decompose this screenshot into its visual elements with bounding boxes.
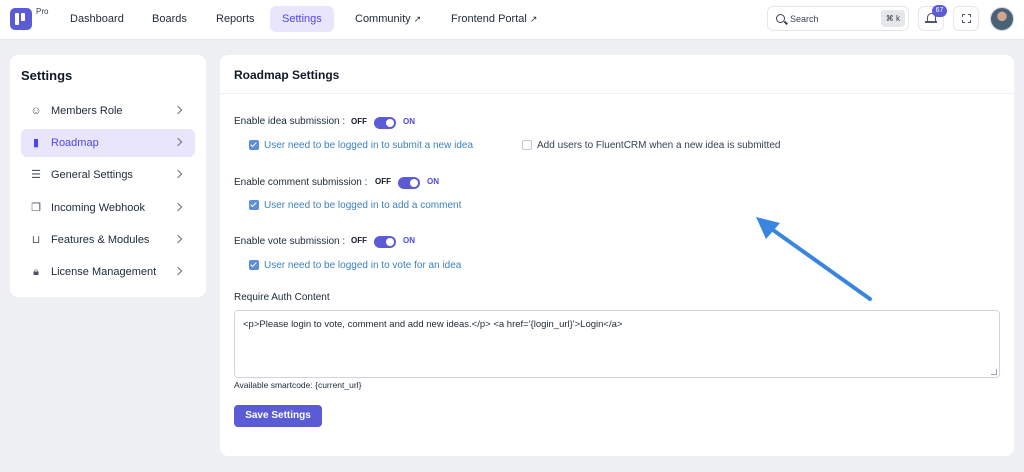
sidebar-item-label: Incoming Webhook [51, 202, 145, 214]
sidebar-item-license-management[interactable]: 🔒︎ License Management [21, 258, 195, 286]
sidebar-item-label: License Management [51, 266, 157, 278]
idea-toggle-off-label: OFF [351, 117, 367, 126]
comment-toggle-on-label: ON [427, 177, 439, 186]
nav-community[interactable]: Community ↗ [343, 6, 433, 32]
idea-login-required-checkbox[interactable] [249, 140, 259, 150]
vote-submission-label: Enable vote submission : [234, 236, 346, 247]
search-shortcut: ⌘ k [880, 10, 905, 27]
pro-label: Pro [36, 7, 49, 16]
top-navigation-bar: Pro Dashboard Boards Reports Settings Co… [0, 0, 1024, 40]
vote-toggle-on-label: ON [403, 236, 415, 245]
notification-count-badge: 67 [932, 5, 947, 17]
sidebar-item-incoming-webhook[interactable]: ❐ Incoming Webhook [21, 194, 195, 222]
fluentcrm-label[interactable]: Add users to FluentCRM when a new idea i… [537, 140, 780, 151]
sidebar-item-label: Members Role [51, 105, 123, 117]
bar-chart-icon: ▮ [32, 137, 40, 149]
auth-content-label: Require Auth Content [234, 292, 330, 303]
nav-boards[interactable]: Boards [140, 6, 199, 32]
vote-submission-toggle[interactable] [374, 236, 396, 248]
idea-login-required-label[interactable]: User need to be logged in to submit a ne… [264, 140, 473, 151]
smartcode-hint: Available smartcode: {current_url} [234, 380, 362, 390]
external-link-icon: ↗ [413, 14, 422, 24]
expand-icon [962, 14, 971, 23]
comment-toggle-off-label: OFF [375, 177, 391, 186]
auth-content-textarea[interactable]: <p>Please login to vote, comment and add… [234, 310, 1000, 378]
comment-submission-label: Enable comment submission : [234, 177, 368, 188]
nav-reports[interactable]: Reports [204, 6, 267, 32]
chevron-right-icon [173, 234, 183, 244]
title-divider [220, 93, 1014, 94]
resize-handle-icon[interactable] [991, 369, 997, 375]
search-box[interactable]: ⌘ k [767, 6, 909, 31]
sidebar-item-members-role[interactable]: ☺ Members Role [21, 97, 195, 125]
sidebar-item-features-modules[interactable]: ⊔ Features & Modules [21, 226, 195, 254]
vote-login-required-checkbox[interactable] [249, 260, 259, 270]
fullscreen-button[interactable] [953, 6, 979, 31]
sidebar-item-label: General Settings [51, 169, 133, 181]
annotation-arrow-icon [756, 217, 872, 301]
sliders-icon: ☰ [31, 169, 41, 181]
auth-content-value: <p>Please login to vote, comment and add… [243, 319, 623, 330]
save-settings-button[interactable]: Save Settings [234, 405, 322, 427]
page-title: Roadmap Settings [234, 68, 340, 82]
search-input[interactable] [790, 10, 880, 28]
chevron-right-icon [173, 137, 183, 147]
idea-submission-toggle[interactable] [374, 117, 396, 129]
idea-toggle-on-label: ON [403, 117, 415, 126]
users-icon: ☺ [30, 105, 42, 117]
sidebar-item-label: Roadmap [51, 137, 99, 149]
search-icon [776, 14, 785, 23]
roadmap-settings-panel: Roadmap Settings Enable idea submission … [220, 55, 1014, 456]
fluentcrm-checkbox[interactable] [522, 140, 532, 150]
comment-submission-toggle[interactable] [398, 177, 420, 189]
nav-settings[interactable]: Settings [270, 6, 334, 32]
vote-toggle-off-label: OFF [351, 236, 367, 245]
vote-login-required-label[interactable]: User need to be logged in to vote for an… [264, 260, 461, 271]
nav-frontend-portal[interactable]: Frontend Portal ↗ [439, 6, 549, 32]
app-logo-icon[interactable] [10, 8, 32, 30]
chevron-right-icon [173, 202, 183, 212]
chevron-right-icon [173, 105, 183, 115]
comment-login-required-label[interactable]: User need to be logged in to add a comme… [264, 200, 461, 211]
sidebar-item-general-settings[interactable]: ☰ General Settings [21, 161, 195, 189]
sidebar-item-label: Features & Modules [51, 234, 150, 246]
user-avatar[interactable] [990, 7, 1014, 31]
chevron-right-icon [173, 266, 183, 276]
idea-submission-label: Enable idea submission : [234, 116, 346, 127]
sidebar-item-roadmap[interactable]: ▮ Roadmap [21, 129, 195, 157]
webhook-icon: ❐ [31, 202, 41, 214]
comment-login-required-checkbox[interactable] [249, 200, 259, 210]
settings-sidebar: Settings ☺ Members Role ▮ Roadmap ☰ Gene… [10, 55, 206, 297]
external-link-icon: ↗ [529, 14, 538, 24]
sidebar-title: Settings [21, 68, 73, 83]
chevron-right-icon [173, 169, 183, 179]
nav-dashboard[interactable]: Dashboard [58, 6, 136, 32]
lock-icon: 🔒︎ [33, 266, 39, 278]
modules-icon: ⊔ [31, 234, 41, 246]
